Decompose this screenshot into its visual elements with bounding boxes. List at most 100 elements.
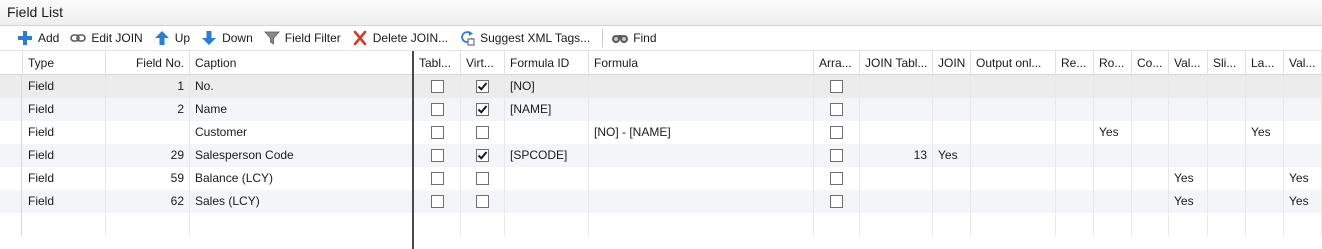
- cell-co[interactable]: [1132, 75, 1169, 98]
- checkbox[interactable]: [830, 126, 843, 139]
- checkbox[interactable]: [430, 195, 444, 208]
- column-header-formula[interactable]: Formula: [589, 51, 814, 75]
- checkbox[interactable]: [430, 149, 444, 162]
- cell-join[interactable]: [933, 98, 971, 121]
- cell-val2[interactable]: Yes: [1284, 167, 1322, 190]
- cell-formula-id[interactable]: [505, 167, 589, 190]
- cell-type[interactable]: Field: [23, 98, 106, 121]
- cell-join-table[interactable]: [860, 121, 933, 144]
- cell-la[interactable]: [1246, 144, 1284, 167]
- checkbox[interactable]: [430, 80, 444, 93]
- checkbox[interactable]: [430, 126, 444, 139]
- cell-join[interactable]: Yes: [933, 144, 971, 167]
- cell-virtual[interactable]: [461, 190, 505, 213]
- cell-type[interactable]: [23, 213, 106, 236]
- cell-table[interactable]: [414, 144, 461, 167]
- cell-la[interactable]: [1246, 213, 1284, 236]
- cell-caption[interactable]: Name: [190, 98, 413, 121]
- cell-val1[interactable]: Yes: [1169, 167, 1208, 190]
- table-row[interactable]: Field 62 Sales (LCY) Yes Yes: [0, 190, 1322, 213]
- cell-re[interactable]: [1056, 167, 1094, 190]
- column-header-virtual[interactable]: Virt...: [461, 51, 505, 75]
- cell-virtual[interactable]: [461, 213, 505, 236]
- row-selector[interactable]: [0, 213, 22, 236]
- row-selector[interactable]: [0, 98, 22, 121]
- cell-formula[interactable]: [589, 98, 814, 121]
- cell-sli[interactable]: [1208, 190, 1246, 213]
- cell-output-only[interactable]: [971, 75, 1056, 98]
- cell-join[interactable]: [933, 121, 971, 144]
- checkbox[interactable]: [430, 172, 444, 185]
- checkbox[interactable]: [476, 149, 489, 162]
- cell-co[interactable]: [1132, 167, 1169, 190]
- cell-array[interactable]: [814, 190, 860, 213]
- cell-formula[interactable]: [589, 167, 814, 190]
- cell-co[interactable]: [1132, 190, 1169, 213]
- cell-table[interactable]: [414, 213, 461, 236]
- cell-re[interactable]: [1056, 121, 1094, 144]
- cell-ro[interactable]: [1094, 75, 1132, 98]
- edit-join-button[interactable]: Edit JOIN: [67, 27, 147, 49]
- suggest-xml-tags-button[interactable]: Suggest XML Tags...: [456, 27, 595, 49]
- cell-array[interactable]: [814, 167, 860, 190]
- cell-val1[interactable]: [1169, 75, 1208, 98]
- cell-la[interactable]: [1246, 75, 1284, 98]
- cell-formula-id[interactable]: [505, 121, 589, 144]
- cell-formula-id[interactable]: [505, 213, 589, 236]
- cell-val2[interactable]: [1284, 75, 1322, 98]
- cell-join-table[interactable]: [860, 190, 933, 213]
- cell-join[interactable]: [933, 190, 971, 213]
- column-header-join[interactable]: JOIN: [933, 51, 971, 75]
- cell-formula-id[interactable]: [505, 190, 589, 213]
- cell-formula-id[interactable]: [NAME]: [505, 98, 589, 121]
- checkbox[interactable]: [476, 126, 489, 139]
- cell-join-table[interactable]: [860, 167, 933, 190]
- up-button[interactable]: Up: [151, 27, 195, 49]
- cell-field-no[interactable]: 59: [106, 167, 190, 190]
- cell-co[interactable]: [1132, 213, 1169, 236]
- row-selector[interactable]: [0, 121, 22, 144]
- cell-val2[interactable]: [1284, 121, 1322, 144]
- cell-field-no[interactable]: [106, 121, 190, 144]
- cell-type[interactable]: Field: [23, 75, 106, 98]
- cell-co[interactable]: [1132, 121, 1169, 144]
- cell-table[interactable]: [414, 75, 461, 98]
- cell-ro[interactable]: [1094, 167, 1132, 190]
- cell-la[interactable]: Yes: [1246, 121, 1284, 144]
- checkbox[interactable]: [830, 103, 843, 116]
- row-selector[interactable]: [0, 190, 22, 213]
- cell-ro[interactable]: [1094, 213, 1132, 236]
- cell-re[interactable]: [1056, 75, 1094, 98]
- cell-val1[interactable]: [1169, 121, 1208, 144]
- frozen-column-divider[interactable]: [412, 51, 414, 249]
- cell-array[interactable]: [814, 75, 860, 98]
- cell-table[interactable]: [414, 121, 461, 144]
- field-filter-button[interactable]: Field Filter: [261, 27, 346, 49]
- cell-caption[interactable]: No.: [190, 75, 413, 98]
- cell-sli[interactable]: [1208, 98, 1246, 121]
- cell-val2[interactable]: [1284, 98, 1322, 121]
- cell-field-no[interactable]: 29: [106, 144, 190, 167]
- cell-output-only[interactable]: [971, 98, 1056, 121]
- cell-join-table[interactable]: [860, 75, 933, 98]
- cell-type[interactable]: Field: [23, 190, 106, 213]
- cell-val2[interactable]: Yes: [1284, 190, 1322, 213]
- column-header-co[interactable]: Co...: [1132, 51, 1169, 75]
- cell-re[interactable]: [1056, 213, 1094, 236]
- cell-output-only[interactable]: [971, 144, 1056, 167]
- cell-caption[interactable]: Sales (LCY): [190, 190, 413, 213]
- table-row[interactable]: [0, 213, 1322, 236]
- cell-ro[interactable]: [1094, 98, 1132, 121]
- cell-re[interactable]: [1056, 144, 1094, 167]
- cell-field-no[interactable]: 2: [106, 98, 190, 121]
- cell-val1[interactable]: [1169, 213, 1208, 236]
- cell-caption[interactable]: [190, 213, 413, 236]
- cell-join-table[interactable]: [860, 98, 933, 121]
- cell-sli[interactable]: [1208, 75, 1246, 98]
- cell-val1[interactable]: Yes: [1169, 190, 1208, 213]
- cell-type[interactable]: Field: [23, 121, 106, 144]
- cell-field-no[interactable]: [106, 213, 190, 236]
- cell-table[interactable]: [414, 190, 461, 213]
- cell-formula[interactable]: [NO] - [NAME]: [589, 121, 814, 144]
- table-row[interactable]: Field 1 No. [NO]: [0, 75, 1322, 98]
